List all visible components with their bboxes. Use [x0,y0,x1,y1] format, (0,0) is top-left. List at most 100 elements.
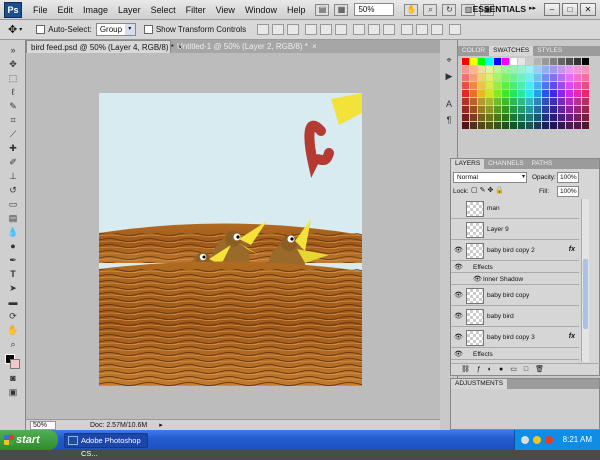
swatch[interactable] [494,82,501,89]
tab-color[interactable]: COLOR [458,46,489,56]
zoom-tool-icon[interactable]: ⌕ [423,3,438,16]
swatch[interactable] [486,82,493,89]
type-tool-icon[interactable]: T [5,268,21,281]
swatch[interactable] [534,66,541,73]
layer-effects-row[interactable]: 👁 Effects [451,349,579,360]
swatch[interactable] [470,90,477,97]
volume-icon[interactable] [533,436,541,444]
swatch[interactable] [574,74,581,81]
fx-icon[interactable]: fx [569,246,575,253]
swatch[interactable] [486,66,493,73]
menu-help[interactable]: Help [282,5,311,15]
swatch[interactable] [502,114,509,121]
swatch[interactable] [534,122,541,129]
align-bottom-icon[interactable] [287,24,300,35]
swatch[interactable] [542,90,549,97]
blend-mode-select[interactable]: Normal ▾ [453,172,527,183]
crop-tool-icon[interactable]: ⌗ [5,114,21,127]
menu-edit[interactable]: Edit [53,5,79,15]
maximize-button[interactable]: □ [562,3,578,16]
swatch[interactable] [574,106,581,113]
distribute-right-icon[interactable] [431,24,444,35]
eye-icon[interactable]: 👁 [473,276,482,284]
swatch[interactable] [534,74,541,81]
workspace-switcher[interactable]: ESSENTIALS [473,4,526,14]
swatch[interactable] [494,106,501,113]
auto-align-icon[interactable] [449,24,462,35]
dodge-tool-icon[interactable]: ● [5,240,21,253]
auto-select-checkbox[interactable] [36,25,48,35]
swatch[interactable] [510,58,517,65]
swatch[interactable] [542,122,549,129]
eye-icon[interactable]: 👁 [454,247,463,255]
swatch[interactable] [526,74,533,81]
gradient-tool-icon[interactable]: ▤ [5,212,21,225]
lasso-tool-icon[interactable]: ℓ [5,86,21,99]
swatch[interactable] [486,74,493,81]
swatch[interactable] [550,90,557,97]
swatch[interactable] [486,90,493,97]
security-icon[interactable] [545,436,553,444]
swatch[interactable] [574,114,581,121]
bridge-icon[interactable]: ▤ [315,3,330,16]
swatch[interactable] [462,114,469,121]
distribute-left-icon[interactable] [401,24,414,35]
visibility-toggle[interactable] [454,205,462,213]
minimize-button[interactable]: – [544,3,560,16]
layer-row[interactable]: 👁 baby bird copy [451,286,579,306]
swatch[interactable] [502,98,509,105]
swatch[interactable] [470,98,477,105]
swatch[interactable] [526,98,533,105]
swatch[interactable] [510,98,517,105]
swatch[interactable] [502,58,509,65]
swatch[interactable] [582,74,589,81]
swatch[interactable] [478,114,485,121]
opacity-field[interactable]: 100% [557,172,579,183]
swatch[interactable] [566,114,573,121]
swatch[interactable] [470,106,477,113]
swatch[interactable] [502,90,509,97]
swatch[interactable] [462,74,469,81]
swatch[interactable] [470,58,477,65]
eyedropper-tool-icon[interactable]: ⟋ [5,128,21,141]
swatch[interactable] [494,114,501,121]
workspace-arrow-icon[interactable]: ▸▸ [529,4,536,12]
tab-untitled-1[interactable]: Untitled-1 @ 50% (Layer 2, RGB/8) * × [173,40,317,53]
zoom-level-select[interactable]: 50% [354,3,395,16]
swatch[interactable] [462,90,469,97]
swatch[interactable] [558,82,565,89]
swatch[interactable] [510,106,517,113]
menu-filter[interactable]: Filter [181,5,211,15]
swatch[interactable] [550,58,557,65]
shape-tool-icon[interactable]: ▬ [5,296,21,309]
swatch[interactable] [574,98,581,105]
swatch[interactable] [518,98,525,105]
swatch[interactable] [510,90,517,97]
quick-select-tool-icon[interactable]: ✎ [5,100,21,113]
menu-window[interactable]: Window [240,5,282,15]
swatch[interactable] [566,122,573,129]
blur-tool-icon[interactable]: 💧 [5,226,21,239]
swatch[interactable] [558,74,565,81]
paragraph-panel-icon[interactable]: ¶ [441,114,457,127]
swatch[interactable] [486,122,493,129]
align-hcenter-icon[interactable] [320,24,333,35]
swatch[interactable] [542,58,549,65]
pen-tool-icon[interactable]: ✒ [5,254,21,267]
menu-file[interactable]: File [28,5,53,15]
swatch[interactable] [574,90,581,97]
swatch[interactable] [462,122,469,129]
swatch[interactable] [518,106,525,113]
tab-paths[interactable]: PATHS [528,159,557,169]
swatch[interactable] [502,74,509,81]
swatch[interactable] [558,90,565,97]
eye-icon[interactable]: 👁 [454,313,463,321]
tab-layers[interactable]: LAYERS [451,159,485,169]
swatch[interactable] [478,66,485,73]
swatch[interactable] [494,58,501,65]
eye-icon[interactable]: 👁 [454,351,463,359]
swatch[interactable] [494,74,501,81]
swatch[interactable] [478,98,485,105]
swatch[interactable] [534,98,541,105]
swatch[interactable] [502,122,509,129]
